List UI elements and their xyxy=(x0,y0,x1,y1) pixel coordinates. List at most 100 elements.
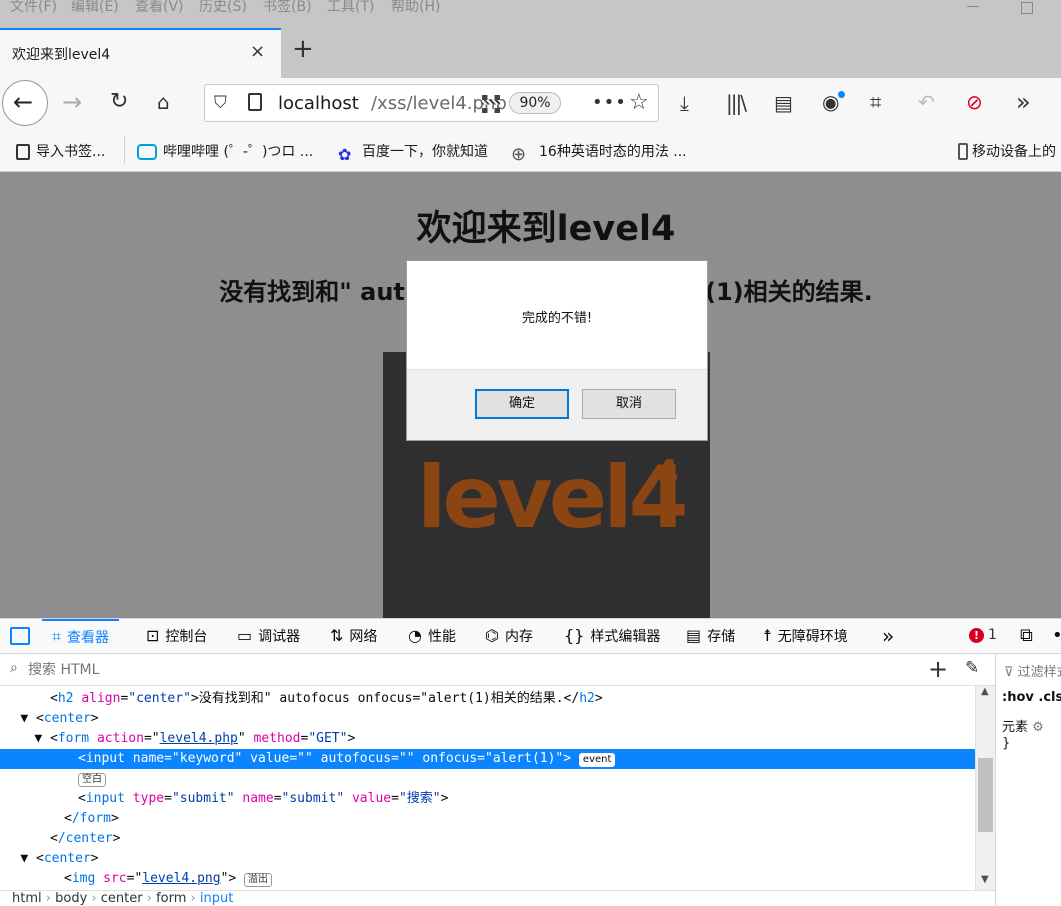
eyedropper-icon[interactable]: ✎ xyxy=(965,658,979,678)
error-count[interactable]: ! 1 xyxy=(969,627,997,643)
tab-title: 欢迎来到level4 xyxy=(12,47,111,63)
markup-line[interactable]: <input type="submit" name="submit" value… xyxy=(0,789,975,809)
bookmark-bilibili[interactable]: 哔哩哔哩 (゜-゜)つロ ... xyxy=(137,141,313,161)
tab-label: 样式编辑器 xyxy=(590,629,661,645)
markup-line[interactable]: <h2 align="center">没有找到和" autofocus onfo… xyxy=(0,689,975,709)
svg-text:4: 4 xyxy=(655,453,679,493)
breadcrumb-form[interactable]: form xyxy=(156,891,186,906)
expand-toggle-icon[interactable]: ▼ xyxy=(0,849,36,869)
overflow-icon[interactable]: » xyxy=(1016,88,1031,116)
element-picker-icon[interactable] xyxy=(10,627,30,645)
back-button[interactable]: ← xyxy=(2,80,48,126)
url-bar[interactable]: ⛉ localhost /xss/level4.php 90% ••• ☆ xyxy=(204,84,659,122)
add-node-icon[interactable]: + xyxy=(928,655,948,683)
menu-file[interactable]: 文件(F) xyxy=(10,0,57,16)
scroll-up-icon[interactable]: ▲ xyxy=(981,686,989,697)
expand-toggle-icon[interactable]: ▼ xyxy=(0,729,50,749)
storage-icon: ▤ xyxy=(686,626,702,645)
cancel-button[interactable]: 取消 xyxy=(582,389,676,419)
tab-label: 性能 xyxy=(427,629,456,645)
bookmark-english[interactable]: ⊕ 16种英语时态的用法 ... xyxy=(511,141,687,165)
search-html-input[interactable] xyxy=(28,659,908,681)
active-tab[interactable]: 欢迎来到level4 × xyxy=(0,28,281,78)
import-icon xyxy=(16,144,30,160)
bookmark-import[interactable]: 导入书签... xyxy=(16,141,105,161)
markup-line[interactable]: ▼ <form action="level4.php" method="GET"… xyxy=(0,729,975,749)
zoom-level-badge[interactable]: 90% xyxy=(509,92,561,114)
new-tab-button[interactable]: + xyxy=(292,36,314,62)
expand-toggle-icon[interactable]: ▼ xyxy=(0,709,36,729)
breadcrumb-html[interactable]: html xyxy=(12,891,42,906)
tab-debugger[interactable]: ▭ 调试器 xyxy=(237,619,300,653)
markup-scrollbar[interactable]: ▲ ▼ xyxy=(975,686,995,890)
menu-view[interactable]: 查看(V) xyxy=(135,0,184,16)
scroll-down-icon[interactable]: ▼ xyxy=(981,874,989,885)
breadcrumb-center[interactable]: center xyxy=(101,891,143,906)
breadcrumb-separator: › xyxy=(190,891,196,906)
library-icon[interactable]: |||\ xyxy=(726,91,747,115)
markup-line[interactable]: </form> xyxy=(0,809,975,829)
page-actions-icon[interactable]: ••• xyxy=(592,92,627,113)
reload-icon[interactable]: ↻ xyxy=(110,89,128,114)
filter-styles-input[interactable]: ⊽ 过滤样式 xyxy=(1004,661,1061,680)
account-icon[interactable]: ◉ xyxy=(822,90,839,114)
url-host: localhost xyxy=(278,93,359,114)
breadcrumb-body[interactable]: body xyxy=(55,891,87,906)
tab-label: 无障碍环境 xyxy=(777,629,848,645)
tab-inspector[interactable]: ⌗ 查看器 xyxy=(42,619,120,653)
tab-accessibility[interactable]: ☨ 无障碍环境 xyxy=(763,619,848,653)
page-heading: 欢迎来到level4 xyxy=(416,209,676,249)
sidebar-icon[interactable]: ▤ xyxy=(774,91,793,115)
forward-arrow-icon[interactable]: → xyxy=(62,88,82,116)
download-icon[interactable]: ⤓ xyxy=(680,91,689,115)
tab-console[interactable]: ⊡ 控制台 xyxy=(146,619,207,653)
markup-line[interactable]: </center> xyxy=(0,829,975,849)
markup-line[interactable]: 空白 xyxy=(0,769,975,789)
markup-line[interactable]: <img src="level4.png"> 溢出 xyxy=(0,869,975,889)
shield-icon[interactable]: ⛉ xyxy=(214,93,227,113)
menu-bookmarks[interactable]: 书签(B) xyxy=(263,0,312,16)
search-icon: ⌕ xyxy=(10,660,18,676)
markup-line-selected[interactable]: <input name="keyword" value="" autofocus… xyxy=(0,749,975,769)
bookmark-mobile[interactable]: 移动设备上的 xyxy=(958,141,1056,161)
responsive-design-icon[interactable]: ⧉ xyxy=(1020,619,1033,653)
hov-cls-toggles[interactable]: :hov .cls xyxy=(1002,690,1061,705)
menu-history[interactable]: 历史(S) xyxy=(199,0,247,16)
performance-icon: ◔ xyxy=(408,626,422,645)
no-script-icon[interactable]: ⊘ xyxy=(966,90,983,114)
inspector-icon: ⌗ xyxy=(52,627,62,646)
markup-line[interactable]: ▼ <center> xyxy=(0,849,975,869)
tab-style-editor[interactable]: {} 样式编辑器 xyxy=(564,619,660,653)
menu-tools[interactable]: 工具(T) xyxy=(327,0,374,16)
error-icon: ! xyxy=(969,628,984,643)
devtools-overflow-icon[interactable]: » xyxy=(882,619,894,653)
whitespace-badge[interactable]: 空白 xyxy=(78,773,106,787)
tab-performance[interactable]: ◔ 性能 xyxy=(408,619,456,653)
bookmark-baidu[interactable]: ✿ 百度一下，你就知道 xyxy=(338,141,488,164)
accessibility-icon: ☨ xyxy=(763,626,772,645)
tab-label: 控制台 xyxy=(165,629,208,645)
breadcrumb-input[interactable]: input xyxy=(200,891,233,906)
overflow-badge[interactable]: 溢出 xyxy=(244,873,273,887)
home-icon[interactable]: ⌂ xyxy=(157,90,170,114)
bookmark-star-icon[interactable]: ☆ xyxy=(629,90,649,115)
ok-button[interactable]: 确定 xyxy=(475,389,569,419)
tab-network[interactable]: ⇅ 网络 xyxy=(330,619,377,653)
event-badge[interactable]: event xyxy=(578,753,616,767)
menu-help[interactable]: 帮助(H) xyxy=(391,0,440,16)
tab-label: 存储 xyxy=(707,629,736,645)
menu-edit[interactable]: 编辑(E) xyxy=(71,0,119,16)
globe-icon: ⊕ xyxy=(511,144,527,165)
qr-code-icon[interactable] xyxy=(482,95,500,113)
screenshot-icon[interactable]: ⌗ xyxy=(870,90,881,114)
markup-line[interactable]: ▼ <center> xyxy=(0,709,975,729)
undo-icon[interactable]: ↶ xyxy=(918,90,935,114)
tab-storage[interactable]: ▤ 存储 xyxy=(686,619,735,653)
gear-icon[interactable]: ⚙ xyxy=(1032,720,1044,735)
devtools-menu-icon[interactable]: • xyxy=(1052,619,1061,653)
close-tab-icon[interactable]: × xyxy=(250,41,265,62)
tab-memory[interactable]: ⌬ 内存 xyxy=(485,619,533,653)
scrollbar-thumb[interactable] xyxy=(978,758,993,832)
maximize-button[interactable] xyxy=(1021,2,1033,14)
minimize-button[interactable] xyxy=(967,6,979,7)
